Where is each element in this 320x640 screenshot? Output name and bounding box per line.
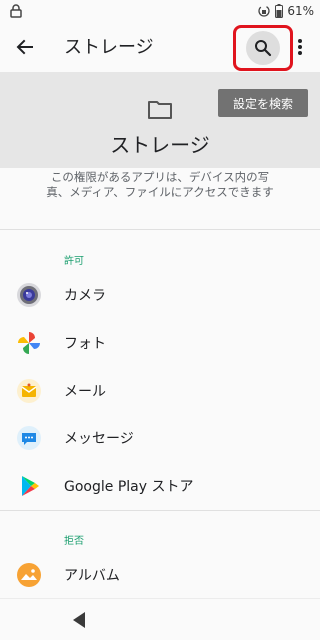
app-bar: ストレージ (0, 22, 320, 72)
permission-description: この権限があるアプリは、デバイス内の写真、メディア、ファイルにアクセスできます (46, 170, 274, 199)
divider (0, 510, 320, 511)
lock-icon (10, 4, 22, 18)
app-row-mail[interactable]: メール (0, 368, 320, 414)
album-icon (17, 563, 41, 587)
battery-percentage: 61% (287, 4, 314, 18)
app-label: カメラ (64, 288, 106, 304)
status-indicators: 61% (257, 3, 314, 19)
section-heading: ストレージ (110, 133, 210, 157)
page-title: ストレージ (64, 37, 154, 58)
app-label: フォト (64, 336, 106, 352)
search-button[interactable] (246, 31, 280, 65)
app-row-camera[interactable]: カメラ (0, 272, 320, 318)
folder-icon (148, 101, 172, 119)
app-label: メッセージ (64, 431, 134, 447)
camera-icon (17, 283, 41, 307)
app-label: メール (64, 384, 106, 400)
app-row-messages[interactable]: メッセージ (0, 415, 320, 461)
app-row-play-store[interactable]: Google Play ストア (0, 463, 320, 509)
nav-back-icon[interactable] (71, 611, 87, 629)
status-bar: 61% (0, 0, 320, 22)
search-icon (255, 40, 272, 57)
settings-search-button[interactable]: 設定を検索 (218, 89, 308, 117)
photos-icon (18, 332, 40, 354)
battery-icon (275, 4, 284, 18)
mail-icon (17, 379, 41, 403)
back-arrow-icon (16, 39, 33, 55)
header-band: 設定を検索 ストレージ (0, 72, 320, 168)
back-button[interactable] (12, 34, 38, 60)
app-label: アルバム (64, 568, 120, 584)
messages-icon (17, 426, 41, 450)
divider (0, 229, 320, 230)
more-options-button[interactable] (292, 34, 308, 60)
app-row-photos[interactable]: フォト (0, 320, 320, 366)
rotate-lock-icon (258, 5, 270, 17)
play-store-icon (22, 476, 39, 496)
more-vert-icon (298, 39, 302, 55)
navigation-bar (0, 598, 320, 640)
denied-section-label: 拒否 (64, 536, 84, 547)
app-label: Google Play ストア (64, 479, 194, 495)
allowed-section-label: 許可 (64, 256, 84, 267)
app-row-album[interactable]: アルバム (0, 552, 320, 598)
